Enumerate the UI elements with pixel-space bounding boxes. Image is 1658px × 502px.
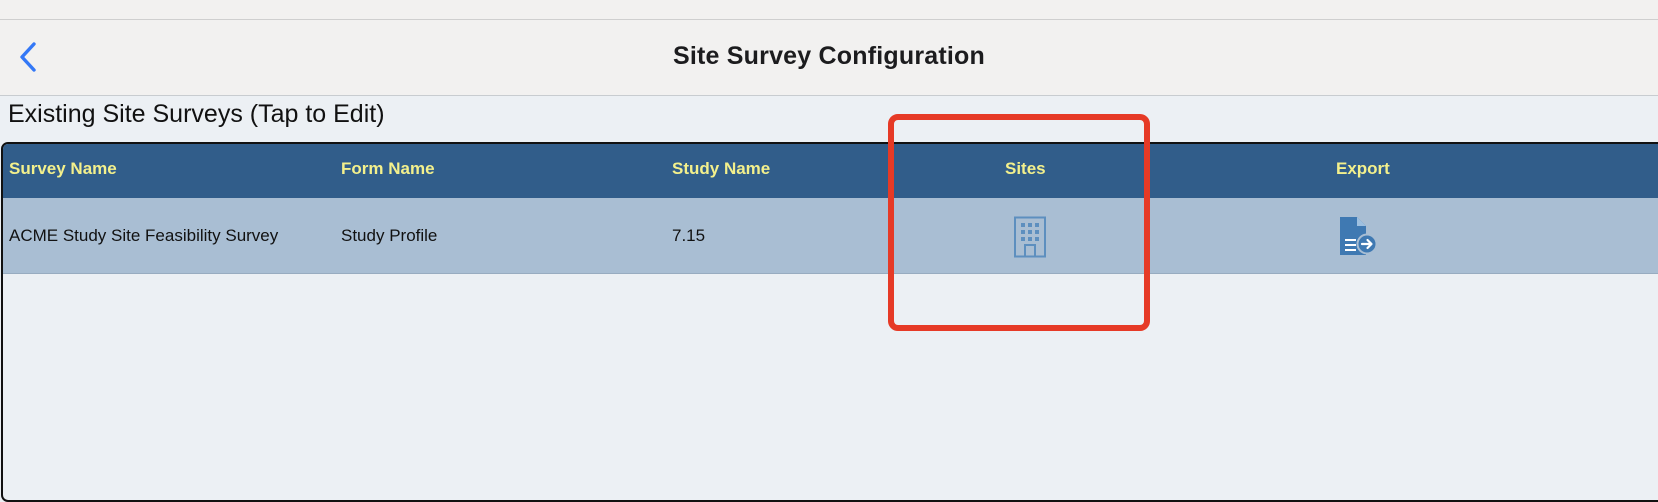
- surveys-table: Survey Name Form Name Study Name Sites E…: [1, 142, 1658, 502]
- column-header-export: Export: [1336, 159, 1390, 178]
- sites-button[interactable]: [1011, 216, 1049, 258]
- table-header: Survey Name Form Name Study Name Sites E…: [3, 144, 1658, 198]
- survey-name-cell: ACME Study Site Feasibility Survey: [9, 226, 279, 245]
- building-icon: [1014, 216, 1046, 258]
- export-button[interactable]: [1337, 215, 1381, 259]
- column-header-sites: Sites: [1005, 159, 1046, 178]
- table-row[interactable]: ACME Study Site Feasibility Survey Study…: [3, 198, 1658, 274]
- navigation-bar: Site Survey Configuration: [0, 20, 1658, 96]
- column-header-form-name: Form Name: [341, 159, 435, 178]
- column-header-survey-name: Survey Name: [9, 159, 117, 178]
- status-strip: [0, 0, 1658, 20]
- study-name-cell: 7.15: [672, 226, 706, 245]
- page-title: Site Survey Configuration: [673, 42, 985, 70]
- form-name-cell: Study Profile: [341, 226, 438, 245]
- section-title: Existing Site Surveys (Tap to Edit): [8, 100, 385, 128]
- column-header-study-name: Study Name: [672, 159, 771, 178]
- document-export-icon: [1340, 217, 1378, 255]
